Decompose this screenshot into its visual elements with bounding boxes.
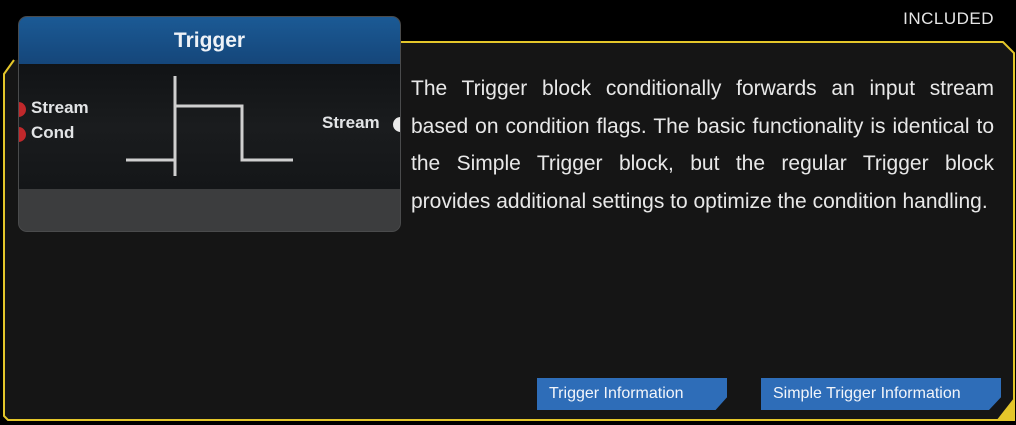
node-title: Trigger — [19, 17, 400, 64]
input-port-stream-label: Stream — [31, 98, 89, 117]
trigger-node[interactable]: Trigger Stream Cond Stream — [19, 17, 400, 231]
node-footer — [19, 189, 400, 231]
node-body: Stream Cond Stream — [19, 64, 400, 189]
output-port-stream-label: Stream — [322, 113, 380, 132]
included-badge: INCLUDED — [903, 9, 994, 28]
input-port-cond-dot[interactable] — [19, 127, 26, 142]
input-port-stream-dot[interactable] — [19, 102, 26, 117]
input-port-cond-label: Cond — [31, 123, 75, 142]
simple-trigger-information-button[interactable]: Simple Trigger Information — [761, 378, 1001, 410]
trigger-information-button[interactable]: Trigger Information — [537, 378, 727, 410]
output-port-stream-dot[interactable] — [393, 117, 400, 132]
trigger-info-panel: INCLUDED The Trigger block conditionally… — [0, 0, 1016, 425]
pulse-waveform-icon — [126, 76, 293, 176]
